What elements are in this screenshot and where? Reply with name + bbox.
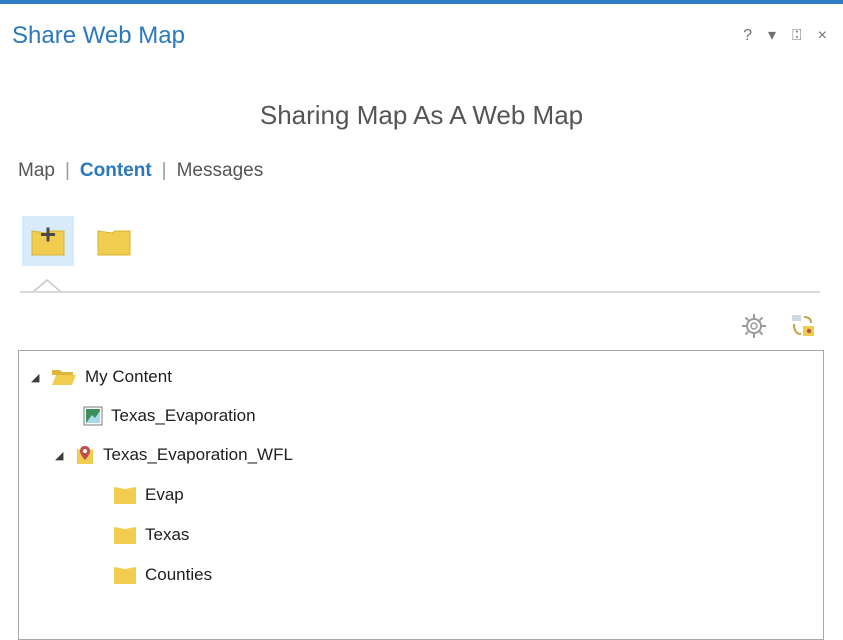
- tree-item-label: Texas_Evaporation: [111, 406, 256, 425]
- tree-item-label: Texas_Evaporation_WFL: [103, 445, 293, 464]
- tab-content[interactable]: Content: [80, 160, 152, 182]
- tab-map[interactable]: Map: [18, 160, 55, 182]
- web-map-icon: [83, 406, 103, 426]
- page-subtitle: Sharing Map As A Web Map: [259, 100, 584, 130]
- gear-icon[interactable]: [741, 313, 767, 339]
- tree-item-label: My Content: [85, 367, 172, 386]
- tab-bar: Map | Content | Messages: [18, 160, 263, 182]
- add-folder-icon: [31, 227, 65, 256]
- tree-item-evap[interactable]: Evap: [113, 485, 184, 505]
- content-sync-icon[interactable]: [789, 312, 817, 340]
- tree-actions: [741, 312, 817, 340]
- expand-toggle[interactable]: ◢: [31, 371, 45, 384]
- tab-messages[interactable]: Messages: [177, 160, 264, 182]
- pane-top-accent-line: [0, 0, 843, 4]
- folder-icon: [97, 230, 131, 256]
- content-tree: ◢ My Content Texas_Evaporation ◢ Texas_E…: [18, 350, 824, 640]
- tree-item-label: Texas: [145, 525, 190, 544]
- tab-separator: |: [161, 160, 167, 181]
- tree-item-my-content[interactable]: ◢ My Content: [31, 367, 172, 387]
- open-folder-icon: [51, 367, 77, 387]
- close-button[interactable]: ×: [818, 28, 827, 44]
- tab-separator: |: [64, 160, 70, 181]
- toolbar-divider: [20, 291, 820, 293]
- tree-item-texas[interactable]: Texas: [113, 525, 189, 545]
- tree-item-counties[interactable]: Counties: [113, 565, 212, 585]
- help-button[interactable]: ?: [743, 28, 752, 44]
- pin-button[interactable]: ⍠: [792, 28, 802, 44]
- add-folder-button[interactable]: [22, 216, 74, 266]
- folder-icon: [113, 485, 137, 505]
- tree-item-label: Counties: [145, 565, 213, 584]
- expand-toggle[interactable]: ◢: [55, 449, 69, 462]
- tree-item-texas-evaporation-wfl[interactable]: ◢ Texas_Evaporation_WFL: [55, 445, 293, 465]
- folder-icon: [113, 565, 137, 585]
- folder-icon: [113, 525, 137, 545]
- folder-button[interactable]: [88, 216, 140, 266]
- feature-layer-icon: [75, 445, 95, 465]
- tree-item-label: Evap: [145, 485, 184, 504]
- options-dropdown-button[interactable]: ▾: [768, 28, 776, 44]
- tree-item-texas-evaporation[interactable]: Texas_Evaporation: [83, 406, 256, 426]
- pane-controls: ? ▾ ⍠ ×: [743, 28, 827, 44]
- content-toolbar: [22, 216, 140, 266]
- pane-title: Share Web Map: [12, 22, 185, 49]
